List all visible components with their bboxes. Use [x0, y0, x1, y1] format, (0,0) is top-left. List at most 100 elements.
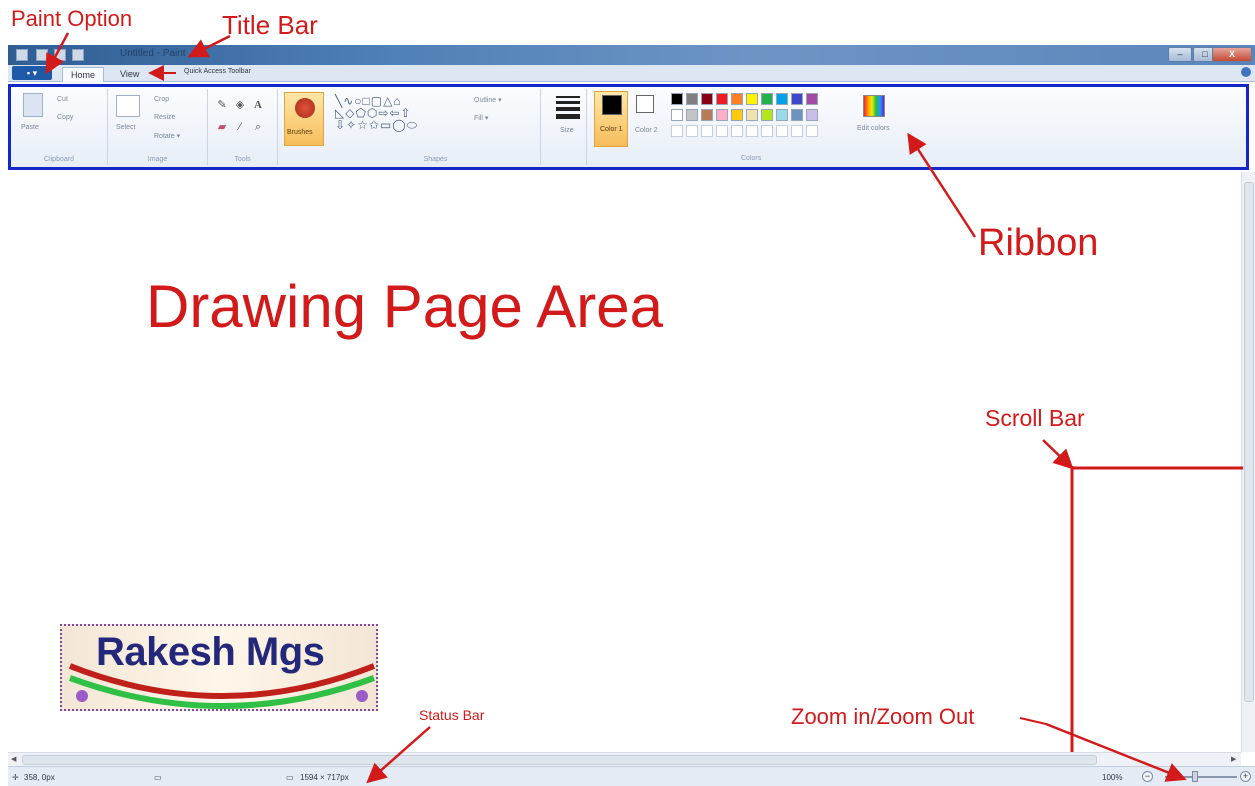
- zoom-slider-thumb[interactable]: [1192, 771, 1198, 782]
- help-icon[interactable]: [1241, 67, 1251, 77]
- resize-button[interactable]: Resize: [154, 114, 175, 121]
- cursor-position: 358, 0px: [24, 773, 55, 782]
- fill-button[interactable]: Fill ▾: [474, 114, 488, 122]
- color1-swatch: [602, 95, 622, 115]
- vertical-scrollbar[interactable]: [1241, 172, 1255, 752]
- color-swatch[interactable]: [761, 109, 773, 121]
- color-swatch[interactable]: [746, 93, 758, 105]
- shapes-gallery-icon[interactable]: ╲∿○□▢△⌂ ◺◇⬠⬡⇨⇦⇧ ⇩✧☆✩▭◯⬭: [335, 95, 418, 131]
- image-group-label: Image: [147, 156, 168, 163]
- annotation-paint-option: Paint Option: [11, 6, 133, 31]
- fill-bucket-icon[interactable]: ◈: [234, 99, 246, 111]
- color2-swatch[interactable]: [636, 95, 654, 113]
- color1-button[interactable]: Color 1: [594, 91, 628, 147]
- edit-colors-button[interactable]: Edit colors: [857, 125, 890, 132]
- color-swatch[interactable]: [776, 93, 788, 105]
- colors-group-label: Colors: [741, 155, 762, 162]
- brushes-label: Brushes: [287, 129, 313, 136]
- edit-colors-icon[interactable]: [863, 95, 885, 117]
- color-swatch[interactable]: [746, 125, 758, 137]
- color-swatch[interactable]: [671, 125, 683, 137]
- scroll-left-icon[interactable]: ◀: [11, 755, 16, 763]
- zoom-in-button[interactable]: +: [1240, 771, 1251, 782]
- color2-label[interactable]: Color 2: [635, 127, 658, 134]
- color-swatch[interactable]: [806, 109, 818, 121]
- selection-size-icon: ▭: [154, 773, 162, 782]
- logo-text: Rakesh Mgs: [96, 630, 325, 674]
- paint-menu-button[interactable]: ▪ ▾: [12, 66, 52, 80]
- outline-button[interactable]: Outline ▾: [474, 96, 502, 104]
- paint-app-icon[interactable]: [16, 49, 28, 61]
- scroll-right-icon[interactable]: ▶: [1231, 755, 1236, 763]
- cut-button[interactable]: Cut: [57, 96, 68, 103]
- color-swatch[interactable]: [701, 125, 713, 137]
- color-swatch[interactable]: [716, 93, 728, 105]
- divider: [586, 89, 587, 165]
- crop-button[interactable]: Crop: [154, 96, 169, 103]
- pencil-icon[interactable]: ✎: [216, 99, 228, 111]
- tab-view[interactable]: View: [112, 67, 147, 82]
- color-swatch[interactable]: [671, 109, 683, 121]
- color-swatch[interactable]: [746, 109, 758, 121]
- zoom-slider[interactable]: [1165, 776, 1237, 778]
- window-title: Untitled - Paint: [120, 48, 186, 59]
- color-swatch[interactable]: [791, 125, 803, 137]
- annotation-drawing-area: Drawing Page Area: [146, 273, 663, 340]
- magnifier-icon[interactable]: ⌕: [252, 121, 264, 133]
- vertical-scroll-thumb[interactable]: [1244, 182, 1254, 702]
- annotation-title-bar: Title Bar: [222, 10, 318, 40]
- color-picker-icon[interactable]: ⁄: [234, 121, 246, 133]
- zoom-out-button[interactable]: −: [1142, 771, 1153, 782]
- color-swatch[interactable]: [791, 109, 803, 121]
- color-swatch[interactable]: [686, 125, 698, 137]
- tools-group: ✎ ◈ A ▰ ⁄ ⌕ Tools: [208, 89, 278, 165]
- color-swatch[interactable]: [761, 125, 773, 137]
- select-button[interactable]: Select: [116, 124, 135, 131]
- close-button[interactable]: X: [1212, 47, 1252, 62]
- tab-home[interactable]: Home: [62, 67, 105, 82]
- annotation-scroll-bar: Scroll Bar: [985, 405, 1085, 431]
- color-swatch[interactable]: [761, 93, 773, 105]
- color-swatch[interactable]: [806, 125, 818, 137]
- size-icon[interactable]: [556, 96, 580, 122]
- select-icon[interactable]: [116, 95, 140, 117]
- color-swatch[interactable]: [731, 109, 743, 121]
- color-swatch[interactable]: [701, 93, 713, 105]
- ribbon-tabs: ▪ ▾ Home View Quick Access Toolbar: [8, 65, 1255, 82]
- eraser-icon[interactable]: ▰: [216, 121, 228, 133]
- color-swatch[interactable]: [731, 125, 743, 137]
- color-swatch[interactable]: [791, 93, 803, 105]
- brush-icon: [295, 98, 315, 118]
- clipboard-group-label: Clipboard: [44, 156, 74, 163]
- undo-icon[interactable]: [54, 49, 66, 61]
- rotate-button[interactable]: Rotate ▾: [154, 132, 180, 140]
- redo-icon[interactable]: [72, 49, 84, 61]
- brushes-button[interactable]: Brushes: [284, 92, 324, 146]
- paste-button[interactable]: Paste: [21, 124, 39, 131]
- color-swatch[interactable]: [686, 109, 698, 121]
- text-tool-icon[interactable]: A: [252, 99, 264, 111]
- horizontal-scrollbar[interactable]: ◀ ▶: [8, 752, 1241, 766]
- color-swatch[interactable]: [671, 93, 683, 105]
- color-swatch[interactable]: [806, 93, 818, 105]
- color-swatch[interactable]: [776, 125, 788, 137]
- save-icon[interactable]: [36, 49, 48, 61]
- size-button[interactable]: Size: [560, 127, 574, 134]
- paste-icon[interactable]: [23, 93, 43, 117]
- canvas-size-icon: ▭: [286, 773, 294, 782]
- color-swatch[interactable]: [731, 93, 743, 105]
- color-swatch[interactable]: [716, 125, 728, 137]
- color-swatch[interactable]: [701, 109, 713, 121]
- annotation-status-bar: Status Bar: [419, 707, 485, 723]
- zoom-level: 100%: [1102, 773, 1123, 782]
- color-swatch[interactable]: [686, 93, 698, 105]
- cursor-position-icon: ✛: [12, 773, 19, 782]
- color-swatch[interactable]: [716, 109, 728, 121]
- color-swatch[interactable]: [776, 109, 788, 121]
- horizontal-scroll-thumb[interactable]: [22, 755, 1097, 765]
- shapes-group: ╲∿○□▢△⌂ ◺◇⬠⬡⇨⇦⇧ ⇩✧☆✩▭◯⬭ Outline ▾ Fill ▾ S…: [331, 89, 541, 165]
- annotation-ribbon: Ribbon: [978, 222, 1099, 264]
- copy-button[interactable]: Copy: [57, 114, 73, 121]
- minimize-button[interactable]: –: [1168, 47, 1192, 62]
- annotation-zoom: Zoom in/Zoom Out: [791, 704, 975, 729]
